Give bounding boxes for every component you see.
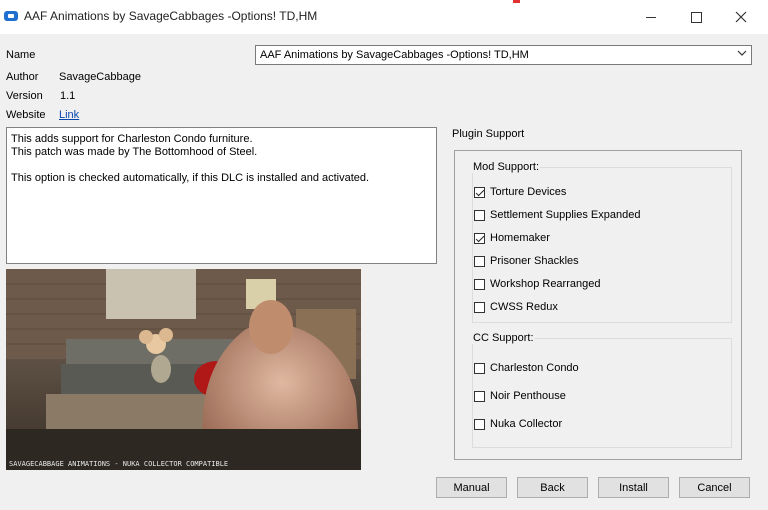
close-icon [735, 11, 747, 23]
checkbox-label: Charleston Condo [490, 362, 579, 374]
maximize-icon [690, 11, 702, 23]
checkbox-label: CWSS Redux [490, 301, 558, 313]
author-value: SavageCabbage [59, 71, 141, 83]
checkbox-label: Noir Penthouse [490, 390, 566, 402]
website-label: Website [6, 109, 46, 121]
manual-button[interactable]: Manual [436, 477, 507, 498]
window-title: AAF Animations by SavageCabbages -Option… [24, 9, 318, 23]
mod-checkbox-row[interactable]: Settlement Supplies Expanded [474, 208, 640, 222]
install-button[interactable]: Install [598, 477, 669, 498]
checkbox-label: Settlement Supplies Expanded [490, 209, 641, 221]
preview-image: SAVAGECABBAGE ANIMATIONS - NUKA COLLECTO… [6, 269, 361, 470]
checkbox-label: Workshop Rearranged [490, 278, 601, 290]
description-line: This option is checked automatically, if… [11, 172, 370, 184]
mod-checkbox-row[interactable]: Homemaker [474, 231, 550, 245]
checkbox[interactable] [474, 255, 485, 267]
option-select-value: AAF Animations by SavageCabbages -Option… [260, 49, 529, 61]
checkbox[interactable] [474, 301, 485, 313]
checkbox[interactable] [474, 418, 485, 430]
checkbox[interactable] [474, 186, 485, 198]
cc-checkbox-row[interactable]: Noir Penthouse [474, 389, 566, 403]
cc-checkbox-row[interactable]: Nuka Collector [474, 417, 562, 431]
version-value: 1.1 [60, 90, 76, 102]
checkbox[interactable] [474, 390, 485, 402]
version-label: Version [6, 90, 43, 102]
checkbox[interactable] [474, 362, 485, 374]
name-label: Name [6, 49, 36, 61]
checkbox-label: Homemaker [490, 232, 550, 244]
mod-checkbox-row[interactable]: Torture Devices [474, 185, 566, 199]
mod-checkbox-row[interactable]: Prisoner Shackles [474, 254, 579, 268]
mod-support-title: Mod Support: [472, 161, 541, 173]
website-link[interactable]: Link [59, 109, 79, 121]
mod-checkbox-row[interactable]: CWSS Redux [474, 300, 558, 314]
description-line: This patch was made by The Bottomhood of… [11, 146, 258, 158]
mod-checkbox-row[interactable]: Workshop Rearranged [474, 277, 600, 291]
title-bar: AAF Animations by SavageCabbages -Option… [0, 0, 768, 34]
checkbox[interactable] [474, 278, 485, 290]
chevron-down-icon [737, 48, 747, 61]
preview-caption: SAVAGECABBAGE ANIMATIONS - NUKA COLLECTO… [9, 460, 228, 468]
checkbox-label: Nuka Collector [490, 418, 563, 430]
back-button[interactable]: Back [517, 477, 588, 498]
description-line: This adds support for Charleston Condo f… [11, 133, 253, 145]
app-icon [4, 11, 18, 21]
cancel-button[interactable]: Cancel [679, 477, 750, 498]
close-button[interactable] [718, 0, 764, 34]
option-select[interactable]: AAF Animations by SavageCabbages -Option… [255, 45, 752, 65]
author-label: Author [6, 71, 39, 83]
plugin-support-title: Plugin Support [452, 128, 525, 140]
checkbox-label: Torture Devices [490, 186, 567, 198]
preview-scene: SAVAGECABBAGE ANIMATIONS - NUKA COLLECTO… [6, 269, 361, 470]
maximize-button[interactable] [673, 0, 719, 34]
description-box[interactable]: This adds support for Charleston Condo f… [6, 127, 437, 264]
checkbox[interactable] [474, 232, 485, 244]
checkbox-label: Prisoner Shackles [490, 255, 579, 267]
cc-support-title: CC Support: [472, 332, 535, 344]
checkbox[interactable] [474, 209, 485, 221]
red-marker [513, 0, 520, 3]
minimize-icon [646, 16, 656, 18]
minimize-button[interactable] [628, 0, 674, 34]
cc-checkbox-row[interactable]: Charleston Condo [474, 361, 579, 375]
